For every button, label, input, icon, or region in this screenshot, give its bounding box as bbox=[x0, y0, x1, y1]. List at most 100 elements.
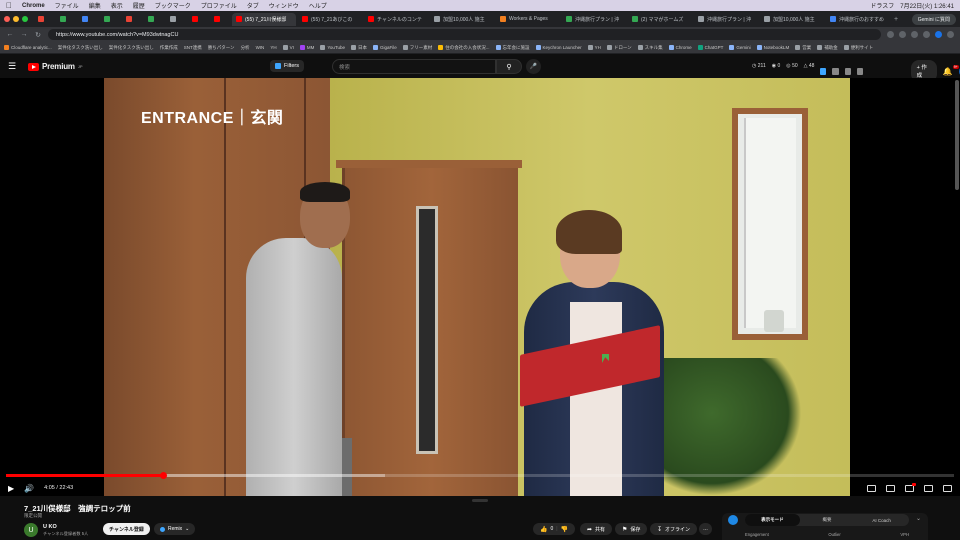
bookmark-folder[interactable]: VI bbox=[282, 45, 294, 50]
back-icon[interactable]: ← bbox=[6, 31, 14, 38]
menu-history[interactable]: 履歴 bbox=[133, 1, 145, 10]
bookmark[interactable]: Cloudflare analytic... bbox=[4, 45, 52, 50]
menu-tab[interactable]: タブ bbox=[247, 1, 259, 10]
channel-avatar[interactable]: U bbox=[24, 523, 38, 537]
extension-icon[interactable] bbox=[844, 67, 851, 75]
menu-window[interactable]: ウィンドウ bbox=[269, 1, 299, 10]
bookmark-folder[interactable]: スキル集 bbox=[637, 45, 663, 51]
menu-file[interactable]: ファイル bbox=[55, 1, 79, 10]
menu-help[interactable]: ヘルプ bbox=[309, 1, 327, 10]
panel-toggle-icon[interactable] bbox=[728, 515, 738, 525]
bookmark[interactable]: MM bbox=[299, 45, 314, 50]
bookmark[interactable]: 案件化タスク洗い出し bbox=[109, 45, 154, 51]
offline-button[interactable]: ↧ オフライン bbox=[650, 523, 698, 535]
theater-mode-icon[interactable] bbox=[924, 484, 933, 492]
gemini-button[interactable]: Gemini に質問 bbox=[911, 13, 956, 25]
tab-overview[interactable]: 概要 bbox=[800, 514, 855, 526]
page-scrollbar[interactable] bbox=[955, 80, 959, 190]
tab[interactable]: チャンネルのコンテ bbox=[364, 13, 428, 26]
menu-icon[interactable] bbox=[947, 31, 954, 38]
tab[interactable] bbox=[210, 13, 230, 26]
bookmark-folder[interactable]: YouTube bbox=[320, 45, 345, 50]
tab[interactable]: 沖縄旅行プラン | 沖 bbox=[562, 13, 626, 26]
bookmark[interactable]: ChatGPT bbox=[697, 45, 723, 50]
bookmark[interactable]: 作業作成 bbox=[160, 45, 178, 51]
extension-icon[interactable] bbox=[832, 67, 839, 75]
collapse-icon[interactable]: ⌄ bbox=[916, 515, 921, 522]
tab[interactable] bbox=[144, 13, 164, 26]
bookmark-folder[interactable]: 補助金 bbox=[817, 45, 838, 51]
bookmark[interactable]: Chrome bbox=[668, 45, 692, 50]
extension-icon[interactable] bbox=[923, 31, 930, 38]
tab[interactable]: 沖縄旅行のおすすめ bbox=[826, 13, 890, 26]
bookmark[interactable]: Keychron Launcher bbox=[535, 45, 582, 50]
bookmark-folder[interactable]: ドローン bbox=[606, 45, 632, 51]
menu-edit[interactable]: 編集 bbox=[89, 1, 101, 10]
bookmark[interactable]: Gemini bbox=[729, 45, 751, 50]
bookmark[interactable]: YH bbox=[270, 45, 276, 50]
extension-icon[interactable] bbox=[856, 67, 863, 75]
apple-icon[interactable]:  bbox=[6, 1, 12, 10]
tab-display-mode[interactable]: 表示モード bbox=[745, 514, 800, 526]
clock[interactable]: 7月22日(火) 1:26:41 bbox=[900, 1, 954, 10]
notifications-button[interactable]: 🔔 9+ bbox=[943, 64, 959, 76]
tab[interactable] bbox=[56, 13, 76, 26]
search-input[interactable]: 検索 bbox=[332, 59, 496, 74]
close-window-icon[interactable] bbox=[4, 16, 10, 22]
tab[interactable] bbox=[78, 13, 98, 26]
app-menu[interactable]: Chrome bbox=[22, 3, 45, 9]
reload-icon[interactable]: ↻ bbox=[34, 31, 42, 39]
tab[interactable] bbox=[34, 13, 54, 26]
remix-button[interactable]: Remix ⌄ bbox=[154, 523, 196, 535]
bookmark-folder[interactable]: フリー素材 bbox=[402, 45, 432, 51]
zoom-window-icon[interactable] bbox=[22, 16, 28, 22]
bookmark[interactable]: 案件化タスク洗い出し bbox=[58, 45, 103, 51]
minimize-window-icon[interactable] bbox=[13, 16, 19, 22]
tab[interactable] bbox=[100, 13, 120, 26]
youtube-logo[interactable]: Premium JP bbox=[28, 62, 83, 71]
search-button[interactable]: ⚲ bbox=[496, 59, 522, 74]
more-actions-button[interactable]: … bbox=[699, 523, 712, 535]
save-button[interactable]: ⚑ 保存 bbox=[615, 523, 648, 535]
bookmark-folder[interactable]: 営業 bbox=[795, 45, 811, 51]
tab[interactable]: 加盟10,000人 施主 bbox=[760, 13, 824, 26]
extension-icon[interactable] bbox=[887, 31, 894, 38]
forward-icon[interactable]: → bbox=[20, 31, 28, 38]
extension-icon[interactable] bbox=[820, 67, 827, 75]
tab[interactable]: 加盟10,000人 施主 bbox=[430, 13, 494, 26]
volume-icon[interactable]: 🔊 bbox=[24, 484, 34, 493]
bookmark-folder[interactable]: 便利サイト bbox=[843, 45, 873, 51]
filters-button[interactable]: Filters bbox=[270, 60, 304, 72]
tab[interactable] bbox=[188, 13, 208, 26]
autoplay-icon[interactable] bbox=[886, 484, 895, 492]
channel-name[interactable]: U KO bbox=[43, 524, 57, 530]
bookmark-folder[interactable]: YH bbox=[587, 45, 601, 50]
menu-profile[interactable]: プロファイル bbox=[201, 1, 237, 10]
voice-search-button[interactable]: 🎤 bbox=[526, 59, 541, 74]
bookmark[interactable]: SNT連携 bbox=[184, 45, 202, 51]
menu-bookmarks[interactable]: ブックマーク bbox=[155, 1, 191, 10]
bookmark-folder[interactable]: 日本 bbox=[351, 45, 367, 51]
status-item[interactable]: ドラスフ bbox=[870, 1, 894, 10]
url-field[interactable]: https://www.youtube.com/watch?v=M93dwtna… bbox=[48, 29, 881, 40]
tab[interactable]: (2) ママがホームズ bbox=[628, 13, 692, 26]
progress-bar[interactable] bbox=[6, 472, 954, 479]
settings-icon[interactable] bbox=[905, 482, 916, 492]
tab[interactable] bbox=[166, 13, 186, 26]
bookmark[interactable]: 忘年会に施設 bbox=[495, 45, 530, 51]
subtitles-icon[interactable] bbox=[867, 484, 876, 492]
play-icon[interactable]: ▶ bbox=[8, 484, 14, 493]
video-player[interactable]: ENTRANCE｜玄関 ▶ 🔊 4:05 / 22:43 bbox=[0, 78, 960, 496]
bookmark[interactable]: WIN bbox=[256, 45, 265, 50]
fullscreen-icon[interactable] bbox=[943, 484, 952, 492]
resize-handle[interactable] bbox=[472, 499, 488, 502]
bookmark[interactable]: 分析 bbox=[241, 45, 250, 51]
profile-icon[interactable] bbox=[935, 31, 942, 38]
tab-ai-coach[interactable]: AI Coach bbox=[854, 514, 909, 526]
tab[interactable] bbox=[122, 13, 142, 26]
extension-icon[interactable] bbox=[899, 31, 906, 38]
bookmark[interactable]: 住の会社の入会状況... bbox=[438, 45, 490, 51]
new-tab-icon[interactable]: + bbox=[892, 16, 900, 23]
bookmark[interactable]: GigaFile bbox=[373, 45, 397, 50]
extension-icon[interactable] bbox=[911, 31, 918, 38]
